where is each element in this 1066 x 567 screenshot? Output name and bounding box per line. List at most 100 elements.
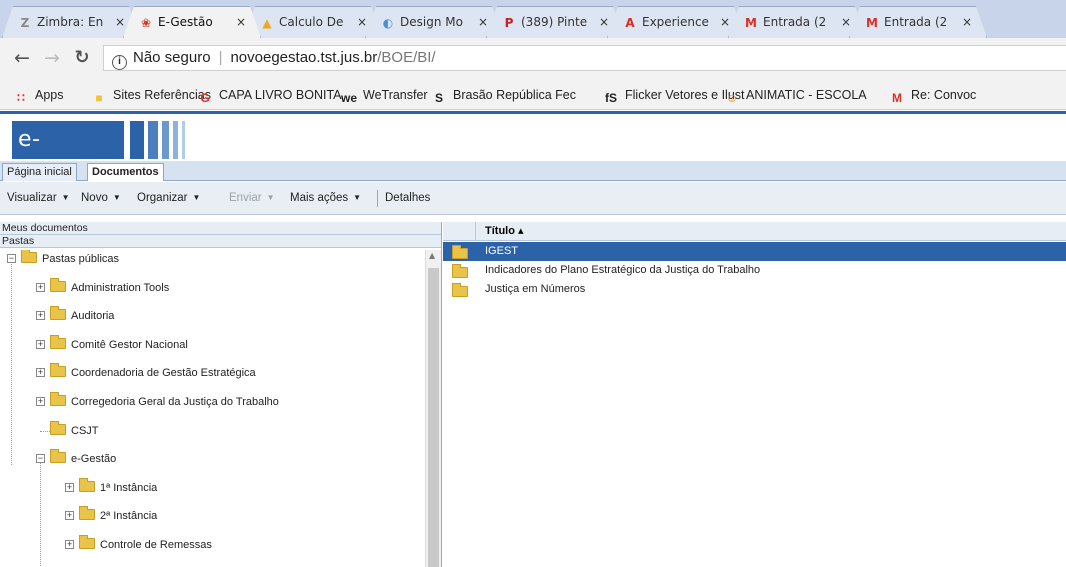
bookmark-item[interactable]: M Re: Convoc	[889, 86, 976, 105]
document-row[interactable]: Indicadores do Plano Estratégico da Just…	[443, 261, 1066, 280]
document-row[interactable]: Justiça em Números	[443, 280, 1066, 299]
novo-menu[interactable]: Novo ▼	[81, 191, 121, 205]
tree-node[interactable]: − Pastas públicas	[0, 250, 425, 267]
bookmark-item[interactable]: G CAPA LIVRO BONITA	[197, 86, 341, 105]
back-arrow-icon[interactable]: ←	[10, 46, 34, 70]
bookmark-item[interactable]: we WeTransfer	[341, 86, 428, 105]
expand-icon[interactable]: +	[36, 311, 45, 321]
url-host: novoegestao.tst.jus.br	[230, 49, 378, 66]
close-tab-icon[interactable]: ×	[599, 7, 609, 37]
browser-tab[interactable]: P (389) Pinte ×	[486, 6, 624, 38]
my-documents-header[interactable]: Meus documentos	[0, 222, 441, 235]
title-column-header[interactable]: Título ▴	[485, 222, 524, 240]
bookmark-label: Brasão República Fec	[453, 88, 576, 102]
tree-node[interactable]: CSJT	[0, 420, 425, 439]
tree-node[interactable]: + Comitê Gestor Nacional	[0, 334, 425, 353]
app-tab-bar: Página inicial Documentos	[0, 161, 1066, 181]
bookmark-item[interactable]: ■ Sites Referências	[91, 86, 211, 105]
browser-tab[interactable]: ◐ Design Mo ×	[365, 6, 503, 38]
browser-tab[interactable]: ❀ E-Gestão ×	[123, 6, 261, 38]
url-path: /BOE/BI/	[377, 49, 436, 66]
browser-tab[interactable]: Z Zimbra: En ×	[2, 6, 140, 38]
close-tab-icon[interactable]: ×	[720, 7, 730, 37]
organizar-menu[interactable]: Organizar ▼	[137, 191, 200, 205]
tab-documentos[interactable]: Documentos	[87, 163, 164, 181]
browser-tab-label: Entrada (2	[763, 15, 827, 29]
folder-tree: − Pastas públicas + Administration Tools + Au…	[0, 250, 425, 567]
tree-node[interactable]: +2ª Instância	[0, 506, 425, 524]
detalhes-button[interactable]: Detalhes	[385, 191, 430, 205]
bookmark-icon: M	[892, 91, 902, 105]
enviar-menu[interactable]: Enviar ▼	[229, 191, 275, 205]
folder-icon	[452, 264, 468, 278]
list-header: Título ▴	[443, 222, 1066, 241]
tree-node[interactable]: + Auditoria	[0, 306, 425, 324]
tree-node-label: Administration Tools	[71, 281, 170, 294]
egestao-logo: e-GESTÃO	[12, 121, 124, 190]
tree-scrollbar[interactable]: ▲	[425, 250, 441, 567]
app-header: e-GESTÃO	[0, 111, 1066, 190]
bookmark-icon: ∷	[17, 91, 25, 105]
tree-node[interactable]: − e-Gestão	[0, 449, 425, 467]
folder-icon	[79, 506, 95, 521]
documents-list: Título ▴ IGEST Indicadores do Plano Estra…	[443, 222, 1066, 567]
tree-node[interactable]: +1ª Instância	[0, 477, 425, 496]
browser-tab[interactable]: ▲ Calculo De ×	[244, 6, 382, 38]
tree-node[interactable]: + Coordenadoria de Gestão Estratégica	[0, 363, 425, 381]
close-tab-icon[interactable]: ×	[236, 7, 246, 37]
visualizar-menu[interactable]: Visualizar ▼	[7, 191, 70, 205]
folder-icon	[50, 449, 66, 464]
browser-tab[interactable]: A Experience ×	[607, 6, 745, 38]
tree-node-label: Pastas públicas	[42, 253, 120, 265]
expand-icon[interactable]: +	[65, 482, 74, 492]
bookmark-item[interactable]: S Brasão República Fec	[431, 86, 576, 105]
collapse-icon[interactable]: −	[36, 454, 45, 464]
tree-node-label: Comitê Gestor Nacional	[71, 338, 188, 351]
close-tab-icon[interactable]: ×	[115, 7, 125, 37]
close-tab-icon[interactable]: ×	[357, 7, 367, 37]
zimbra-icon: Z	[20, 16, 30, 30]
caret-down-icon: ▼	[112, 193, 121, 202]
close-tab-icon[interactable]: ×	[962, 7, 972, 37]
browser-tab[interactable]: M Entrada (2 ×	[728, 6, 866, 38]
bookmark-item[interactable]: ☺ ANIMATIC - ESCOLA	[724, 86, 867, 105]
close-tab-icon[interactable]: ×	[841, 7, 851, 37]
icon-column-header	[443, 222, 476, 240]
expand-icon[interactable]: +	[65, 540, 74, 549]
tree-node[interactable]: + Controle de Remessas	[0, 535, 425, 553]
expand-icon[interactable]: +	[36, 282, 45, 292]
close-tab-icon[interactable]: ×	[478, 7, 488, 37]
bookmark-item[interactable]: ∷ Apps	[13, 86, 64, 105]
gmail-icon: M	[745, 16, 757, 30]
tab-pagina-inicial[interactable]: Página inicial	[2, 163, 77, 181]
expand-icon[interactable]: +	[65, 511, 74, 521]
scroll-up-icon[interactable]: ▲	[429, 251, 435, 260]
gmail-icon-2: M	[866, 16, 878, 30]
browser-tab[interactable]: M Entrada (2 ×	[849, 6, 987, 38]
caret-down-icon: ▼	[61, 193, 70, 202]
tree-node[interactable]: + Corregedoria Geral da Justiça do Trabal…	[0, 392, 425, 410]
info-icon[interactable]: i	[112, 55, 127, 70]
tree-node[interactable]: + Administration Tools	[0, 277, 425, 296]
caret-down-icon: ▼	[192, 193, 201, 202]
folder-icon	[50, 334, 66, 349]
expand-icon[interactable]: +	[36, 397, 45, 406]
reload-icon[interactable]: ↻	[70, 46, 94, 70]
document-row[interactable]: IGEST	[443, 242, 1066, 261]
folder-icon	[50, 363, 66, 378]
mais-acoes-menu[interactable]: Mais ações ▼	[290, 191, 361, 205]
folder-icon	[50, 420, 66, 435]
tree-connector	[40, 430, 50, 432]
toolbar-divider	[377, 190, 378, 207]
browser-tab-strip: Z Zimbra: En × ❀ E-Gestão × ▲ Calculo De × ◐ Desig…	[0, 0, 1066, 38]
folder-icon	[452, 283, 468, 297]
scrollbar-thumb[interactable]	[428, 268, 439, 567]
folders-header[interactable]: Pastas	[0, 235, 441, 248]
collapse-icon[interactable]: −	[7, 254, 16, 263]
document-title: Justiça em Números	[485, 283, 586, 295]
expand-icon[interactable]: +	[36, 368, 45, 378]
bookmark-label: Apps	[35, 88, 64, 102]
expand-icon[interactable]: +	[36, 339, 45, 349]
address-bar[interactable]: i Não seguro | novoegestao.tst.jus.br/BOE/B…	[103, 45, 1066, 71]
forward-arrow-icon[interactable]: →	[40, 46, 64, 70]
